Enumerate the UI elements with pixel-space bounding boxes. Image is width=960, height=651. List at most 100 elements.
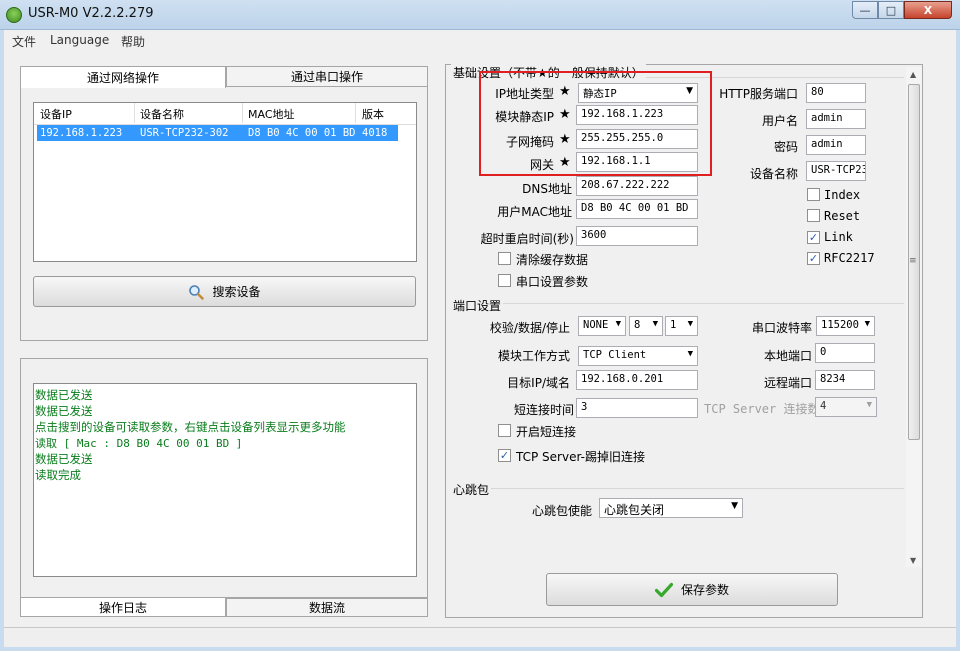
tab-serial[interactable]: 通过串口操作 <box>226 66 428 87</box>
mode-label: 模块工作方式 <box>497 349 570 363</box>
rfc2217-label: RFC2217 <box>824 251 875 265</box>
reset-label: Reset <box>824 209 861 223</box>
port-group-title: 端口设置 <box>451 297 504 314</box>
col-separator <box>242 103 243 123</box>
device-name-input[interactable]: USR-TCP23 <box>806 161 866 181</box>
local-port-input[interactable]: 0 <box>815 343 875 363</box>
maximize-button[interactable]: □ <box>878 1 904 19</box>
tcp-server-conn-label: TCP Server 连接数 <box>704 402 820 416</box>
target-input[interactable]: 192.168.0.201 <box>576 370 698 390</box>
menu-help[interactable]: 帮助 <box>121 33 145 50</box>
minimize-button[interactable]: — <box>852 1 878 19</box>
serial-params-checkbox[interactable] <box>498 274 511 287</box>
device-name-label: 设备名称 <box>749 167 798 181</box>
menu-language[interactable]: Language <box>50 33 109 47</box>
log-line: 数据已发送 <box>35 404 93 418</box>
col-device-ip[interactable]: 设备IP <box>40 106 72 122</box>
http-port-input[interactable]: 80 <box>806 83 866 103</box>
col-mac[interactable]: MAC地址 <box>248 106 295 122</box>
search-icon <box>189 284 205 300</box>
link-label: Link <box>824 230 853 244</box>
log-line: 读取完成 <box>35 468 81 482</box>
kick-old-label: TCP Server-踢掉旧连接 <box>516 450 645 464</box>
status-bar <box>4 627 956 647</box>
log-line: 数据已发送 <box>35 388 93 402</box>
data-bits-select[interactable]: 8 ▼ <box>629 316 663 336</box>
col-separator <box>134 103 135 123</box>
heartbeat-enable-label: 心跳包使能 <box>531 504 592 518</box>
local-port-label: 本地端口 <box>763 349 812 363</box>
scroll-up-icon[interactable]: ▲ <box>910 70 916 79</box>
mode-select[interactable]: TCP Client ▼ <box>578 346 698 366</box>
search-button-label: 搜索设备 <box>212 285 261 299</box>
dropdown-arrow-icon: ▼ <box>615 319 621 329</box>
tab-operation-log[interactable]: 操作日志 <box>20 598 226 617</box>
col-separator <box>355 103 356 123</box>
timeout-label: 超时重启时间(秒) <box>480 232 574 246</box>
menu-bar <box>4 30 956 50</box>
enable-short-checkbox[interactable] <box>498 424 511 437</box>
index-checkbox[interactable] <box>807 188 820 201</box>
minimize-icon: — <box>859 3 871 17</box>
grip-icon: ≡ <box>909 256 917 266</box>
remote-port-input[interactable]: 8234 <box>815 370 875 390</box>
save-button-label: 保存参数 <box>680 583 729 597</box>
heartbeat-enable-select[interactable]: 心跳包关闭 ▼ <box>599 498 743 518</box>
log-line: 点击搜到的设备可读取参数，右键点击设备列表显示更多功能 <box>35 420 346 434</box>
dropdown-arrow-icon: ▼ <box>652 319 658 329</box>
parity-select[interactable]: NONE ▼ <box>578 316 626 336</box>
stop-bits-select[interactable]: 1 ▼ <box>665 316 698 336</box>
maximize-icon: □ <box>885 3 897 17</box>
app-icon <box>6 7 22 23</box>
link-checkbox[interactable]: ✓ <box>807 231 820 244</box>
password-input[interactable]: admin <box>806 135 866 155</box>
tab-network[interactable]: 通过网络操作 <box>20 66 226 88</box>
reset-checkbox[interactable] <box>807 209 820 222</box>
window-title: USR-M0 V2.2.2.279 <box>28 6 154 21</box>
col-device-name[interactable]: 设备名称 <box>140 106 184 122</box>
password-label: 密码 <box>773 140 798 154</box>
close-button[interactable]: X <box>904 1 952 19</box>
search-device-button[interactable]: 搜索设备 <box>33 276 416 307</box>
highlight-box <box>479 71 712 176</box>
heartbeat-group-title: 心跳包 <box>451 481 492 498</box>
row-mac: D8 B0 4C 00 01 BD <box>248 127 356 139</box>
log-line: 数据已发送 <box>35 452 93 466</box>
dropdown-arrow-icon: ▼ <box>687 319 693 329</box>
checkmark-icon <box>654 582 673 597</box>
rfc2217-checkbox[interactable]: ✓ <box>807 252 820 265</box>
row-version: 4018 <box>362 127 388 139</box>
baud-select[interactable]: 115200 ▼ <box>816 316 875 336</box>
dropdown-arrow-icon: ▼ <box>866 400 872 410</box>
dns-input[interactable]: 208.67.222.222 <box>576 176 698 196</box>
baud-label: 串口波特率 <box>751 321 812 335</box>
clear-cache-checkbox[interactable] <box>498 252 511 265</box>
tcp-server-conn-select[interactable]: 4 ▼ <box>815 397 877 417</box>
short-time-label: 短连接时间 <box>513 403 574 417</box>
target-label: 目标IP/域名 <box>507 376 570 390</box>
log-line: 读取 [ Mac : D8 B0 4C 00 01 BD ] <box>35 437 243 450</box>
save-params-button[interactable]: 保存参数 <box>546 573 838 606</box>
enable-short-label: 开启短连接 <box>516 425 577 439</box>
remote-port-label: 远程端口 <box>763 376 812 390</box>
index-label: Index <box>824 188 861 202</box>
row-ip: 192.168.1.223 <box>40 127 123 139</box>
tab-data-stream[interactable]: 数据流 <box>226 598 428 617</box>
menu-file[interactable]: 文件 <box>12 33 36 50</box>
group-border <box>452 303 904 304</box>
row-name: USR-TCP232-302 <box>140 127 229 139</box>
parity-label: 校验/数据/停止 <box>489 321 570 335</box>
timeout-input[interactable]: 3600 <box>576 226 698 246</box>
dropdown-arrow-icon: ▼ <box>731 501 738 511</box>
dropdown-arrow-icon: ▼ <box>687 349 693 359</box>
kick-old-checkbox[interactable]: ✓ <box>498 449 511 462</box>
user-mac-label: 用户MAC地址 <box>497 205 572 219</box>
short-time-input[interactable]: 3 <box>576 398 698 418</box>
group-border <box>452 488 904 489</box>
close-icon: X <box>923 3 933 17</box>
username-input[interactable]: admin <box>806 109 866 129</box>
dns-label: DNS地址 <box>522 182 572 196</box>
col-version[interactable]: 版本 <box>362 106 384 122</box>
user-mac-input[interactable]: D8 B0 4C 00 01 BD <box>576 199 698 219</box>
scroll-down-icon[interactable]: ▼ <box>910 556 916 565</box>
